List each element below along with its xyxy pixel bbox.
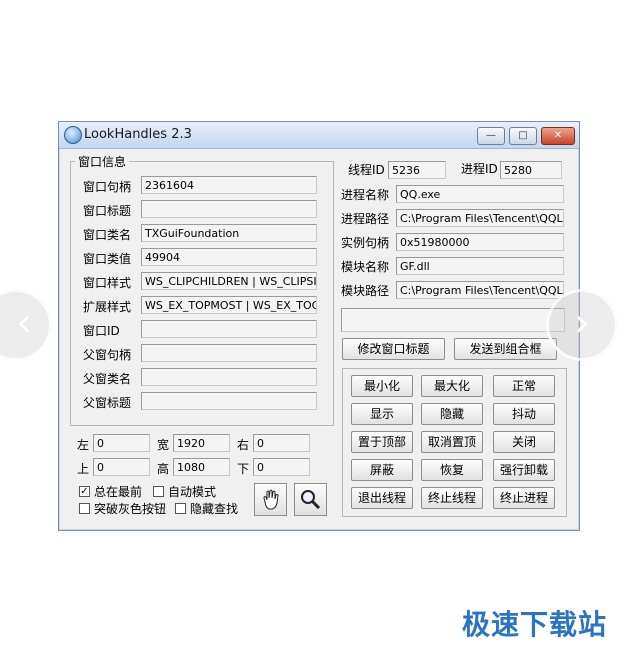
chevron-left-icon: ‹ — [16, 300, 32, 346]
window-info-label: 窗口标题 — [83, 204, 132, 218]
top-field[interactable]: 0 — [93, 458, 150, 476]
process-info-field[interactable]: QQ.exe — [396, 185, 564, 203]
app-icon — [64, 126, 82, 144]
process-info-label: 进程路径 — [341, 212, 390, 226]
height-label: 高 — [157, 462, 170, 476]
window-info-field[interactable] — [141, 344, 317, 362]
minimize-button[interactable]: — — [477, 127, 505, 145]
window-info-field[interactable] — [141, 200, 317, 218]
right-label: 右 — [237, 438, 250, 452]
thread-id-label: 线程ID — [348, 163, 385, 177]
window-info-field[interactable]: 49904 — [141, 248, 317, 266]
window-info-label: 窗口类值 — [83, 252, 132, 266]
width-field[interactable]: 1920 — [173, 434, 230, 452]
action-button[interactable]: 置于顶部 — [351, 431, 413, 453]
action-button[interactable]: 终止进程 — [493, 487, 555, 509]
break-gray-button-label: 突破灰色按钮 — [94, 502, 167, 516]
left-field[interactable]: 0 — [93, 434, 150, 452]
window-info-label: 父窗句柄 — [83, 348, 132, 362]
window-info-label: 窗口样式 — [83, 276, 132, 290]
process-info-field[interactable]: 0x51980000 — [396, 233, 564, 251]
modify-title-button[interactable]: 修改窗口标题 — [342, 338, 445, 360]
bottom-field[interactable]: 0 — [253, 458, 310, 476]
action-button[interactable]: 最小化 — [351, 375, 413, 397]
next-arrow-button[interactable]: › — [546, 289, 618, 361]
magnifier-icon — [301, 490, 321, 510]
action-button[interactable]: 关闭 — [493, 431, 555, 453]
process-info-label: 实例句柄 — [341, 236, 390, 250]
window-info-group-label: 窗口信息 — [75, 153, 130, 170]
window-info-label: 扩展样式 — [83, 300, 132, 314]
action-button[interactable]: 屏蔽 — [351, 459, 413, 481]
hand-icon — [263, 489, 279, 510]
process-info-label: 模块路径 — [341, 284, 390, 298]
auto-mode-label: 自动模式 — [168, 485, 217, 499]
lookhandles-window: LookHandles 2.3 — □ ✕ 窗口信息 窗口句柄 2361604 窗口… — [58, 121, 580, 531]
action-button[interactable]: 退出线程 — [351, 487, 413, 509]
action-button[interactable]: 取消置顶 — [421, 431, 483, 453]
title-bar[interactable]: LookHandles 2.3 — □ ✕ — [59, 122, 579, 149]
window-info-field[interactable] — [141, 368, 317, 386]
height-field[interactable]: 1080 — [173, 458, 230, 476]
process-info-field[interactable]: C:\Program Files\Tencent\QQLite\ — [396, 209, 564, 227]
window-info-field[interactable]: 2361604 — [141, 176, 317, 194]
send-to-combo-button[interactable]: 发送到组合框 — [454, 338, 557, 360]
hidden-search-label: 隐藏查找 — [190, 502, 239, 516]
process-id-field[interactable]: 5280 — [500, 161, 562, 179]
process-info-label: 进程名称 — [341, 188, 390, 202]
window-info-field[interactable]: WS_CLIPCHILDREN | WS_CLIPSIBLI — [141, 272, 317, 290]
chevron-right-icon: › — [574, 300, 590, 346]
magnifier-button[interactable] — [294, 483, 327, 516]
process-info-label: 模块名称 — [341, 260, 390, 274]
action-button[interactable]: 隐藏 — [421, 403, 483, 425]
action-button[interactable]: 终止线程 — [421, 487, 483, 509]
window-info-label: 窗口类名 — [83, 228, 132, 242]
prev-arrow-button[interactable]: ‹ — [0, 289, 52, 361]
action-button[interactable]: 正常 — [493, 375, 555, 397]
window-info-field[interactable] — [141, 320, 317, 338]
check-mark-icon: ✓ — [80, 486, 89, 497]
window-title: LookHandles 2.3 — [84, 127, 192, 142]
process-id-label: 进程ID — [461, 162, 498, 176]
left-label: 左 — [77, 438, 90, 452]
bottom-label: 下 — [237, 462, 250, 476]
width-label: 宽 — [157, 438, 170, 452]
close-button[interactable]: ✕ — [541, 127, 575, 145]
window-info-field[interactable]: TXGuiFoundation — [141, 224, 317, 242]
process-info-field[interactable]: GF.dll — [396, 257, 564, 275]
maximize-button[interactable]: □ — [509, 127, 537, 145]
hidden-search-checkbox[interactable] — [175, 503, 186, 514]
extra-info-field[interactable] — [341, 308, 565, 332]
hand-drag-button[interactable] — [254, 483, 287, 516]
window-info-field[interactable] — [141, 392, 317, 410]
window-info-label: 窗口句柄 — [83, 180, 132, 194]
action-button[interactable]: 显示 — [351, 403, 413, 425]
right-field[interactable]: 0 — [253, 434, 310, 452]
window-info-label: 父窗标题 — [83, 396, 132, 410]
top-label: 上 — [77, 462, 90, 476]
action-button[interactable]: 抖动 — [493, 403, 555, 425]
action-button[interactable]: 强行卸载 — [493, 459, 555, 481]
auto-mode-checkbox[interactable] — [153, 486, 164, 497]
always-on-top-label: 总在最前 — [94, 485, 143, 499]
always-on-top-checkbox[interactable]: ✓ — [79, 486, 90, 497]
window-info-label: 父窗类名 — [83, 372, 132, 386]
action-button[interactable]: 最大化 — [421, 375, 483, 397]
action-button[interactable]: 恢复 — [421, 459, 483, 481]
break-gray-button-checkbox[interactable] — [79, 503, 90, 514]
thread-id-field[interactable]: 5236 — [388, 161, 446, 179]
window-info-label: 窗口ID — [83, 324, 120, 338]
watermark: 极速下载站 — [462, 608, 608, 641]
process-info-field[interactable]: C:\Program Files\Tencent\QQLite\ — [396, 281, 564, 299]
window-info-field[interactable]: WS_EX_TOPMOST | WS_EX_TOOLW — [141, 296, 317, 314]
